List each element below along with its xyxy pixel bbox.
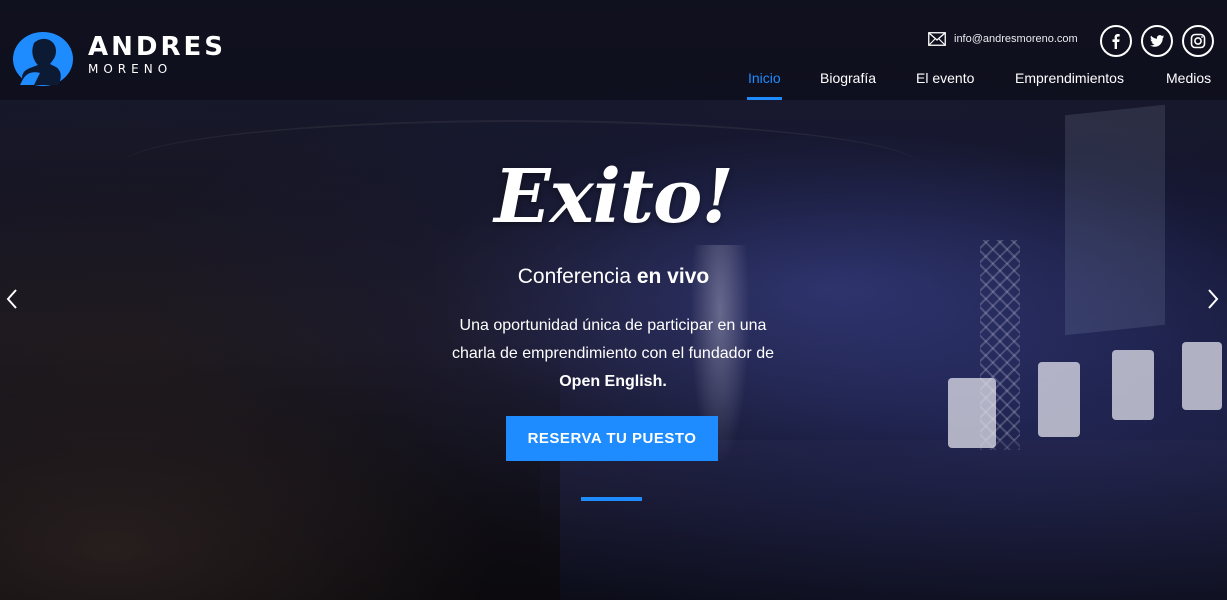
mail-icon bbox=[928, 32, 946, 46]
nav-item-medios[interactable]: Medios bbox=[1166, 70, 1211, 86]
hero-subtitle-prefix: Conferencia bbox=[517, 265, 637, 288]
hero-desc-line: charla de emprendimiento con el fundador… bbox=[452, 345, 774, 362]
twitter-link[interactable] bbox=[1141, 25, 1173, 57]
instagram-icon bbox=[1190, 33, 1206, 49]
stage-chair bbox=[948, 378, 996, 448]
hero-title: Exito! bbox=[494, 154, 734, 240]
hero-divider bbox=[581, 497, 642, 501]
nav-active-indicator bbox=[747, 97, 782, 100]
brand-name: ANDRES bbox=[88, 32, 226, 62]
instagram-link[interactable] bbox=[1182, 25, 1214, 57]
twitter-icon bbox=[1150, 35, 1164, 47]
nav-item-emprendimientos[interactable]: Emprendimientos bbox=[1015, 70, 1124, 86]
facebook-icon bbox=[1112, 34, 1120, 49]
nav-item-biografia[interactable]: Biografía bbox=[820, 70, 876, 86]
reserve-seat-button[interactable]: RESERVA TU PUESTO bbox=[506, 416, 718, 461]
facebook-link[interactable] bbox=[1100, 25, 1132, 57]
nav-item-inicio[interactable]: Inicio bbox=[748, 70, 781, 86]
main-nav: Inicio Biografía El evento Emprendimient… bbox=[0, 70, 1227, 100]
hero-description: Una oportunidad única de participar en u… bbox=[413, 312, 813, 396]
chevron-right-icon[interactable] bbox=[1205, 287, 1221, 311]
hero-desc-line: Una oportunidad única de participar en u… bbox=[459, 317, 767, 334]
stage-chair bbox=[1112, 350, 1154, 420]
stage-chair bbox=[1038, 362, 1080, 437]
hero-desc-highlight: Open English. bbox=[559, 373, 667, 390]
site-header: ANDRES MORENO info@andresmoreno.com Inic… bbox=[0, 0, 1227, 100]
stage-floor bbox=[540, 440, 1227, 600]
contact-email[interactable]: info@andresmoreno.com bbox=[928, 32, 1078, 46]
nav-item-el-evento[interactable]: El evento bbox=[916, 70, 974, 86]
contact-email-text: info@andresmoreno.com bbox=[954, 33, 1078, 45]
chevron-left-icon[interactable] bbox=[4, 287, 20, 311]
hero-subtitle: Conferencia en vivo bbox=[0, 264, 1227, 290]
stage-chair bbox=[1182, 342, 1222, 410]
hero-subtitle-bold: en vivo bbox=[636, 265, 710, 288]
